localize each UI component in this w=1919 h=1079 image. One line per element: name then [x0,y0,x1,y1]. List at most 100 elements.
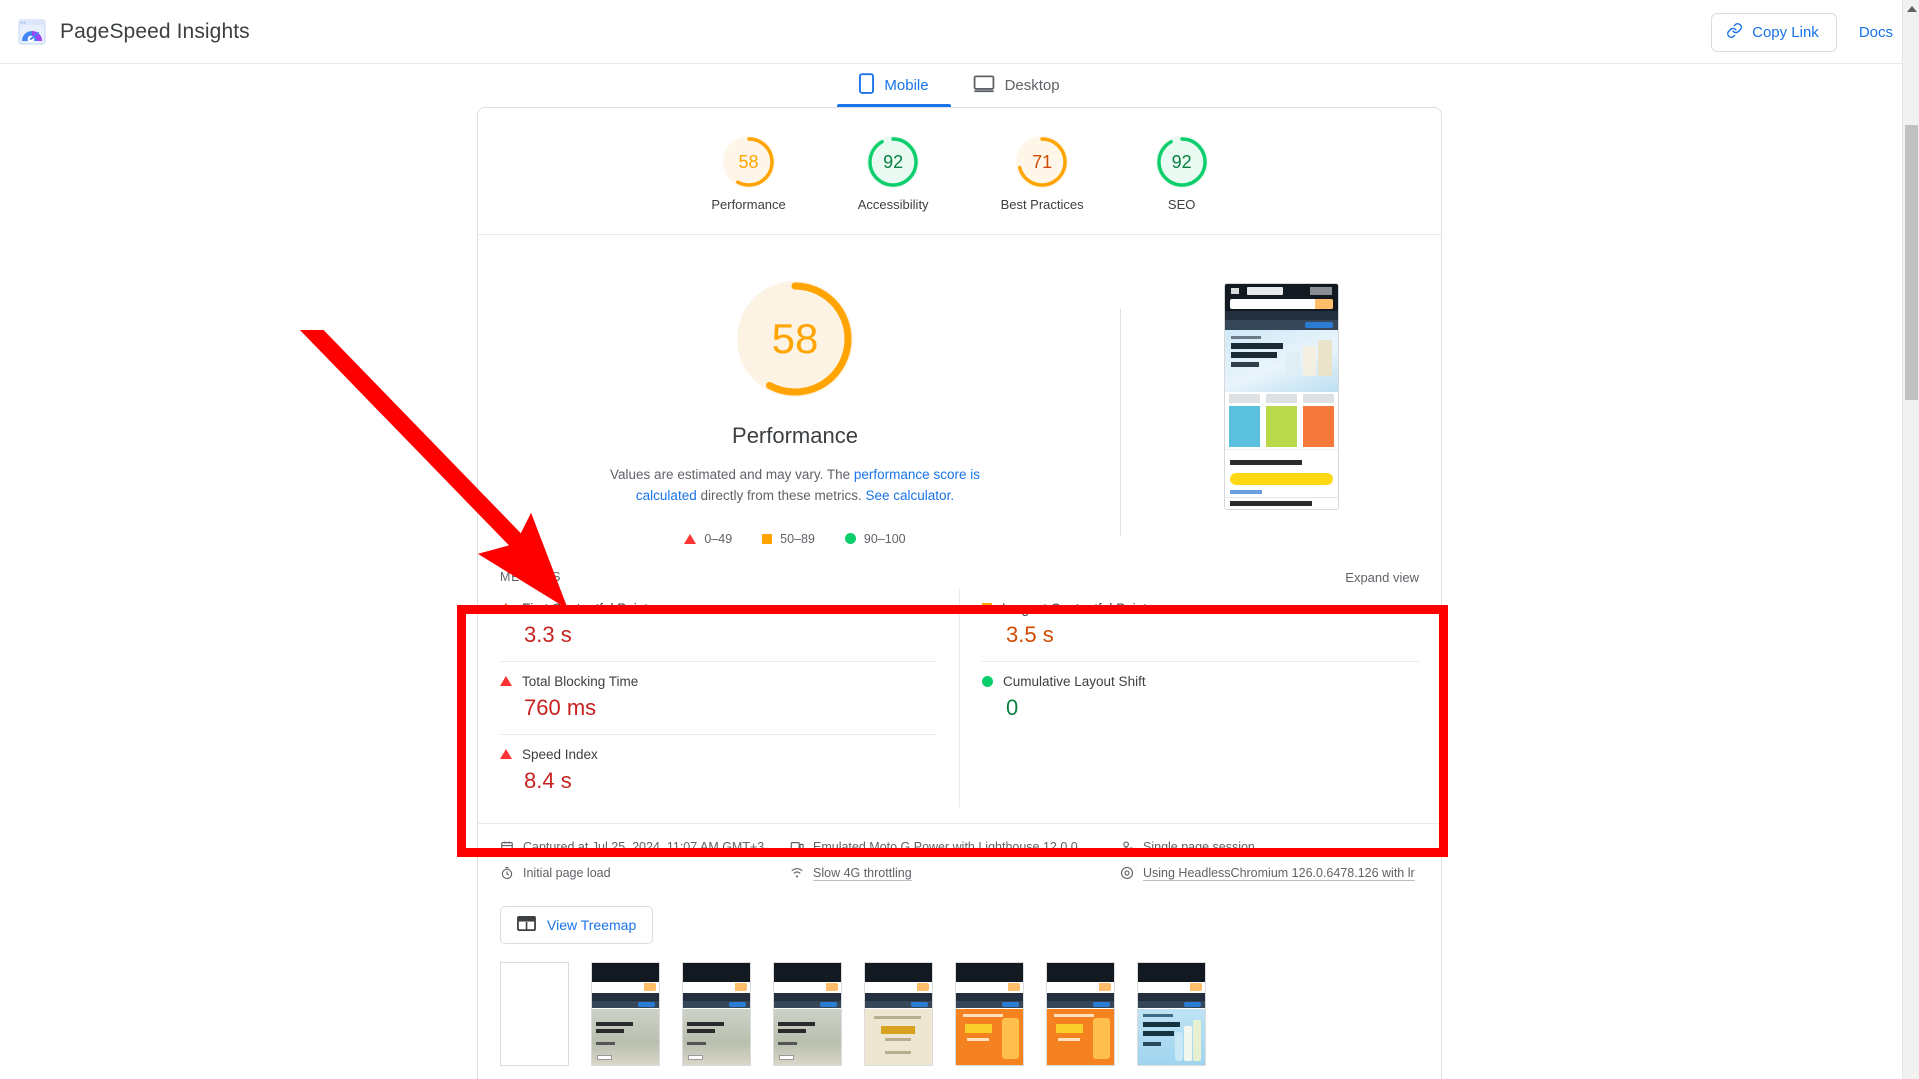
category-score-row: 58 Performance 92 Accessibility [478,108,1441,235]
report-card: 58 Performance 92 Accessibility [477,107,1442,1079]
triangle-red-icon [500,603,512,613]
filmstrip-frame-3[interactable] [682,962,751,1066]
meta-emulated-device: Emulated Moto G Power with Lighthouse 12… [790,840,1120,854]
gauge-best-practices: 71 [1016,136,1068,188]
filmstrip-frame-5[interactable] [864,962,933,1066]
metric-value: 3.5 s [1006,622,1419,648]
network-icon [790,866,804,880]
meta-label: Initial page load [523,866,611,880]
metric-label: First Contentful Paint [522,601,648,616]
copy-link-label: Copy Link [1752,24,1819,41]
app-title: PageSpeed Insights [60,20,250,44]
tab-mobile[interactable]: Mobile [837,64,950,107]
tab-mobile-label: Mobile [884,77,928,94]
see-calculator-link[interactable]: See calculator. [866,488,955,503]
metrics-section: METRICS Expand view First Contentful Pai… [478,554,1441,813]
copy-link-button[interactable]: Copy Link [1711,13,1837,52]
expand-view-toggle[interactable]: Expand view [1345,570,1419,585]
metric-first-contentful-paint[interactable]: First Contentful Paint 3.3 s [500,589,937,662]
performance-hero-left: 58 Performance Values are estimated and … [478,281,1120,546]
gauge-seo: 92 [1156,136,1208,188]
meta-throttling: Slow 4G throttling [790,866,1120,880]
gauge-seo-value: 92 [1156,136,1208,188]
performance-gauge-large: 58 [737,281,853,397]
filmstrip-frame-7[interactable] [1046,962,1115,1066]
legend-fail-range: 0–49 [704,532,732,546]
performance-gauge-value: 58 [737,281,853,397]
metric-value: 760 ms [524,695,937,721]
meta-label[interactable]: Single page session [1143,840,1255,854]
meta-session-type: Single page session [1120,840,1419,854]
desc-text-1: Values are estimated and may vary. The [610,467,854,482]
final-screenshot-panel [1121,281,1441,510]
legend-average: 50–89 [762,532,815,546]
score-performance[interactable]: 58 Performance [711,136,785,212]
meta-label[interactable]: Using HeadlessChromium 126.0.6478.126 wi… [1143,866,1415,880]
scroll-up-arrow-icon[interactable] [1907,6,1917,12]
metrics-column-right: Largest Contentful Paint 3.5 s Cumulativ… [960,589,1419,807]
docs-link[interactable]: Docs [1859,24,1893,41]
triangle-red-icon [500,749,512,759]
score-legend: 0–49 50–89 90–100 [684,532,905,546]
metric-label: Cumulative Layout Shift [1003,674,1146,689]
meta-user-agent: Using HeadlessChromium 126.0.6478.126 wi… [1120,866,1419,880]
metric-cumulative-layout-shift[interactable]: Cumulative Layout Shift 0 [982,662,1419,734]
view-treemap-button[interactable]: View Treemap [500,906,653,944]
score-accessibility-label: Accessibility [858,197,929,212]
chrome-icon [1120,866,1134,880]
metric-value: 8.4 s [524,768,937,794]
square-orange-icon [762,534,772,544]
pagespeed-insights-page: PageSpeed Insights Copy Link Docs [0,0,1919,1079]
metric-total-blocking-time[interactable]: Total Blocking Time 760 ms [500,662,937,735]
meta-label: Captured at Jul 25, 2024, 11:07 AM GMT+3 [523,840,764,854]
metrics-header: METRICS Expand view [500,570,1419,589]
person-icon [1120,840,1134,854]
score-best-practices-label: Best Practices [1001,197,1084,212]
desc-text-2: directly from these metrics. [697,488,866,503]
metric-speed-index[interactable]: Speed Index 8.4 s [500,735,937,807]
performance-hero: 58 Performance Values are estimated and … [478,235,1441,554]
metric-label: Largest Contentful Paint [1002,601,1147,616]
filmstrip-frame-2[interactable] [591,962,660,1066]
meta-label[interactable]: Slow 4G throttling [813,866,912,880]
score-seo-label: SEO [1168,197,1195,212]
tab-desktop[interactable]: Desktop [951,64,1082,107]
meta-page-load-type: Initial page load [500,866,790,880]
vertical-scrollbar[interactable] [1902,0,1919,1079]
score-performance-label: Performance [711,197,785,212]
score-accessibility[interactable]: 92 Accessibility [858,136,929,212]
device-tabs: Mobile Desktop [0,64,1919,107]
gauge-performance: 58 [723,136,775,188]
scrollbar-thumb[interactable] [1905,125,1918,400]
score-seo[interactable]: 92 SEO [1156,136,1208,212]
filmstrip-frame-1[interactable] [500,962,569,1066]
performance-description: Values are estimated and may vary. The p… [595,465,995,507]
metrics-grid: First Contentful Paint 3.3 s Total Block… [500,589,1419,807]
brand: PageSpeed Insights [0,18,250,46]
circle-green-icon [845,533,856,544]
performance-title: Performance [732,423,858,449]
metric-value: 3.3 s [524,622,937,648]
legend-fail: 0–49 [684,532,732,546]
square-orange-icon [982,603,992,613]
filmstrip-frame-4[interactable] [773,962,842,1066]
legend-average-range: 50–89 [780,532,815,546]
legend-pass-range: 90–100 [864,532,906,546]
calendar-icon [500,840,514,854]
meta-label[interactable]: Emulated Moto G Power with Lighthouse 12… [813,840,1078,854]
gauge-best-practices-value: 71 [1016,136,1068,188]
treemap-section: View Treemap [478,894,1441,958]
tab-desktop-label: Desktop [1005,77,1060,94]
metric-label: Speed Index [522,747,598,762]
metric-largest-contentful-paint[interactable]: Largest Contentful Paint 3.5 s [982,589,1419,662]
metrics-section-title: METRICS [500,570,561,584]
score-best-practices[interactable]: 71 Best Practices [1001,136,1084,212]
metric-label: Total Blocking Time [522,674,638,689]
circle-green-icon [982,676,993,687]
filmstrip-frame-8[interactable] [1137,962,1206,1066]
stopwatch-icon [500,866,514,880]
triangle-red-icon [500,676,512,686]
link-icon [1726,22,1743,43]
filmstrip-frame-6[interactable] [955,962,1024,1066]
run-metadata: Captured at Jul 25, 2024, 11:07 AM GMT+3… [478,823,1441,894]
